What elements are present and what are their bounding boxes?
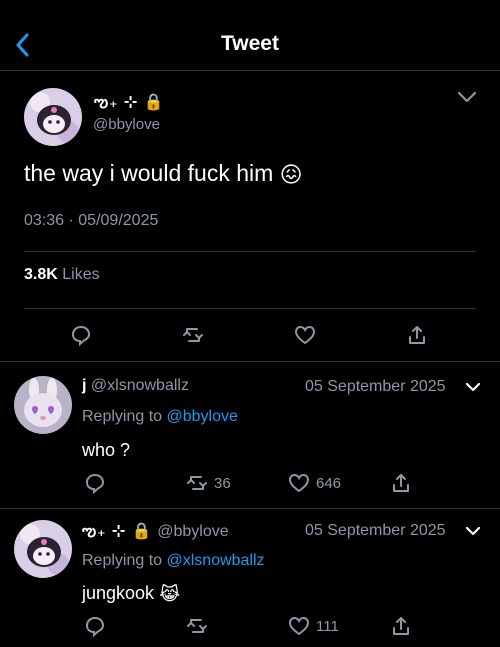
reply-2-author-name[interactable]: ఌ₊ ⊹ 🔒	[82, 523, 153, 540]
reply-1-like-heart-icon[interactable]	[288, 472, 310, 494]
reply-2-replying-to-link[interactable]: @xlsnowballz	[167, 552, 265, 569]
reply-icon[interactable]	[70, 324, 92, 346]
tweet-text: the way i would fuck him 😖	[24, 160, 303, 188]
reply-1-reply-icon[interactable]	[84, 472, 106, 494]
reply-1-like-count: 646	[316, 475, 342, 492]
stats-divider-bottom	[24, 308, 476, 309]
reply-2-reply-icon[interactable]	[84, 615, 106, 637]
reply-1-date: 05 September 2025	[305, 378, 446, 395]
reply-1-replying-to: Replying to @bbylove	[82, 408, 238, 426]
reply-2-chevron-down-icon[interactable]	[464, 524, 482, 538]
reply-2-avatar[interactable]	[14, 520, 72, 578]
reply-1-avatar[interactable]	[14, 376, 72, 434]
header-divider	[0, 70, 500, 71]
reply-divider	[0, 508, 500, 509]
reply-2-like-heart-icon[interactable]	[288, 615, 310, 637]
reply-1-replying-prefix: Replying to	[82, 408, 163, 425]
reply-1-header: j @xlsnowballz	[82, 377, 189, 395]
confounded-face-emoji: 😖	[279, 161, 303, 187]
like-heart-icon[interactable]	[294, 324, 316, 346]
reply-1-author-name[interactable]: j	[82, 377, 86, 394]
likes-stat[interactable]: 3.8K Likes	[24, 266, 100, 284]
tweet-author-name[interactable]: ఌ₊ ⊹ 🔒	[94, 92, 165, 115]
reply-2-like-count: 111	[316, 618, 339, 635]
tweet-date: 05/09/2025	[78, 212, 159, 229]
reply-2-date: 05 September 2025	[305, 522, 446, 539]
reply-2-retweet-icon[interactable]	[186, 615, 208, 637]
likes-count: 3.8K	[24, 266, 58, 283]
reply-2-share-icon[interactable]	[390, 615, 412, 637]
reply-1-retweet-icon[interactable]	[186, 472, 208, 494]
likes-label: Likes	[62, 266, 100, 283]
replies-divider	[0, 361, 500, 362]
share-icon[interactable]	[406, 324, 428, 346]
reply-1-author-handle[interactable]: @xlsnowballz	[91, 377, 189, 394]
reply-2-replying-prefix: Replying to	[82, 552, 163, 569]
avatar[interactable]	[24, 88, 82, 146]
page-title: Tweet	[221, 32, 279, 55]
chevron-down-icon[interactable]	[456, 88, 478, 106]
tweet-author-handle[interactable]: @bbylove	[93, 116, 160, 133]
reply-1-text: who ?	[82, 440, 131, 460]
reply-2-text: jungkook 😹	[82, 583, 180, 605]
reply-2-author-handle[interactable]: @bbylove	[157, 523, 228, 540]
tweet-time-separator: ·	[68, 212, 74, 229]
reply-1-replying-to-link[interactable]: @bbylove	[167, 408, 238, 425]
tweet-time: 03:36	[24, 212, 65, 229]
reply-2-header: ఌ₊ ⊹ 🔒 @bbylove	[82, 521, 229, 544]
reply-2-replying-to: Replying to @xlsnowballz	[82, 552, 265, 570]
reply-2-text-body: jungkook	[82, 583, 155, 603]
tweet-timestamp: 03:36 · 05/09/2025	[24, 212, 158, 230]
reply-1-chevron-down-icon[interactable]	[464, 380, 482, 394]
reply-1-retweet-count: 36	[214, 475, 231, 492]
retweet-icon[interactable]	[182, 324, 204, 346]
reply-1-share-icon[interactable]	[390, 472, 412, 494]
stats-divider-top	[24, 251, 476, 252]
tweet-text-body: the way i would fuck him	[24, 160, 274, 186]
cat-tears-of-joy-emoji: 😹	[159, 583, 181, 604]
